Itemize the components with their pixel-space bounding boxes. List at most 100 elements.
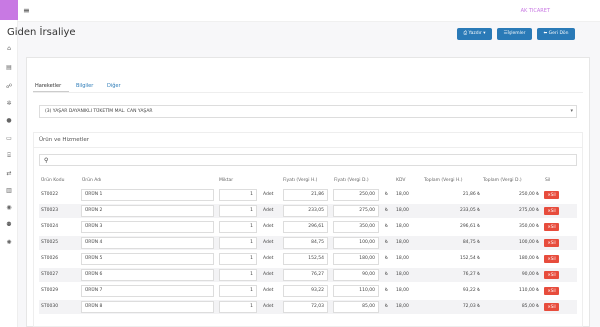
lira-symbol: ₺ [385,256,388,261]
price-ex-input[interactable]: 84,75 [283,237,328,249]
total-in-value: 275,00 ₺ [518,208,539,213]
operations-button[interactable]: ☰İşlemler [497,28,532,40]
customer-select[interactable]: (3) YAŞAR DAYANIKLI TÜKETİM MAL. CAN YAŞ… [39,105,577,118]
company-name[interactable]: AK TICARET [521,8,550,14]
user-icon[interactable]: ◉ [4,203,14,213]
total-in-value: 180,00 ₺ [518,256,539,261]
total-in-value: 100,00 ₺ [518,240,539,245]
menu-toggle-icon[interactable]: ≡ [23,6,30,16]
product-name-input[interactable]: ÜRÜN 4 [81,237,214,249]
section-title: Ürün ve Hizmetler [39,137,90,143]
kdv-value: 18,00 [396,256,409,261]
price-in-input[interactable]: 100,00 [333,237,379,249]
chart-icon[interactable]: ▥ [4,186,14,196]
quantity-input[interactable]: 1 [219,301,257,313]
delete-button[interactable]: ✕Sil [544,223,559,231]
total-ex-value: 93,22 ₺ [462,288,480,293]
product-name-input[interactable]: ÜRÜN 7 [81,285,214,297]
unit-label: Adet [263,288,274,293]
price-in-input[interactable]: 275,00 [333,205,379,217]
kdv-value: 18,00 [396,208,409,213]
print-button[interactable]: ⎙ Yazdır ▾ [457,28,492,40]
search-icon: ⚲ [44,157,49,164]
price-in-input[interactable]: 110,00 [333,285,379,297]
price-ex-input[interactable]: 21,86 [283,189,328,201]
price-in-input[interactable]: 85,00 [333,301,379,313]
tabs-divider [33,92,583,93]
quantity-input[interactable]: 1 [219,205,257,217]
product-search-input[interactable]: ⚲ [39,154,577,166]
total-in-value: 110,00 ₺ [518,288,539,293]
header-product-name: Ürün Adı [82,178,102,183]
price-ex-input[interactable]: 233,05 [283,205,328,217]
exchange-icon[interactable]: ⇄ [4,169,14,179]
quantity-input[interactable]: 1 [219,189,257,201]
product-code: ST0022 [41,192,59,197]
users-icon[interactable]: ☍ [4,82,14,92]
delete-button[interactable]: ✕Sil [544,239,559,247]
quantity-input[interactable]: 1 [219,269,257,281]
settings-icon[interactable]: ✺ [4,238,14,248]
page-title: Giden İrsaliye [7,27,76,38]
header-total-inc-tax: Toplam (Vergi D.) [483,178,522,183]
total-ex-value: 76,27 ₺ [462,272,480,277]
total-ex-value: 152,54 ₺ [459,256,480,261]
money-icon[interactable]: ▭ [4,134,14,144]
delete-button[interactable]: ✕Sil [544,271,559,279]
product-name-input[interactable]: ÜRÜN 3 [81,221,214,233]
product-name-input[interactable]: ÜRÜN 8 [81,301,214,313]
lira-symbol: ₺ [385,272,388,277]
price-in-input[interactable]: 350,00 [333,221,379,233]
sidebar-brand[interactable] [0,0,18,20]
delete-button[interactable]: ✕Sil [544,255,559,263]
bank-icon[interactable]: ⌸ [4,151,14,161]
price-ex-input[interactable]: 296,61 [283,221,328,233]
product-code: ST0030 [41,304,59,309]
product-name-input[interactable]: ÜRÜN 6 [81,269,214,281]
quantity-input[interactable]: 1 [219,237,257,249]
price-ex-input[interactable]: 76,27 [283,269,328,281]
tab-hareketler[interactable]: Hareketler [35,82,61,90]
tab-diger[interactable]: Diğer [107,82,121,90]
lira-symbol: ₺ [385,288,388,293]
lira-symbol: ₺ [385,304,388,309]
price-in-input[interactable]: 180,00 [333,253,379,265]
circle-icon[interactable]: ● [4,116,14,126]
product-name-input[interactable]: ÜRÜN 5 [81,253,214,265]
product-name-input[interactable]: ÜRÜN 1 [81,189,214,201]
delete-button[interactable]: ✕Sil [544,191,559,199]
header-price-inc-tax: Fiyatı (Vergi D.) [334,178,369,183]
product-name-input[interactable]: ÜRÜN 2 [81,205,214,217]
total-ex-value: 72,03 ₺ [462,304,480,309]
lira-symbol: ₺ [385,240,388,245]
quantity-input[interactable]: 1 [219,253,257,265]
product-code: ST0026 [41,256,59,261]
unit-label: Adet [263,192,274,197]
tab-bilgiler[interactable]: Bilgiler [76,82,93,90]
unit-label: Adet [263,304,274,309]
delete-button[interactable]: ✕Sil [544,303,559,311]
table-row: ST0024 ÜRÜN 3 1 Adet 296,61 350,00 ₺ 18,… [39,220,577,234]
price-ex-input[interactable]: 72,03 [283,301,328,313]
gear-icon[interactable]: ✲ [4,99,14,109]
price-in-input[interactable]: 90,00 [333,269,379,281]
chevron-down-icon: ▾ [570,108,573,114]
delete-button[interactable]: ✕Sil [544,207,559,215]
price-ex-input[interactable]: 152,54 [283,253,328,265]
header-quantity: Miktar [219,178,234,183]
delete-button[interactable]: ✕Sil [544,287,559,295]
sidebar: ⌂ ▤ ☍ ✲ ● ▭ ⌸ ⇄ ▥ ◉ ⚉ ✺ [0,0,18,327]
kdv-value: 18,00 [396,192,409,197]
quantity-input[interactable]: 1 [219,285,257,297]
file-icon[interactable]: ▤ [4,63,14,73]
header-product-code: Ürün Kodu [41,178,65,183]
kdv-value: 18,00 [396,224,409,229]
quantity-input[interactable]: 1 [219,221,257,233]
price-in-input[interactable]: 250,00 [333,189,379,201]
home-icon[interactable]: ⌂ [4,44,14,54]
total-in-value: 90,00 ₺ [521,272,539,277]
product-code: ST0025 [41,240,59,245]
price-ex-input[interactable]: 93,22 [283,285,328,297]
back-button[interactable]: ⬅ Geri Dön [537,28,575,40]
group-icon[interactable]: ⚉ [4,220,14,230]
